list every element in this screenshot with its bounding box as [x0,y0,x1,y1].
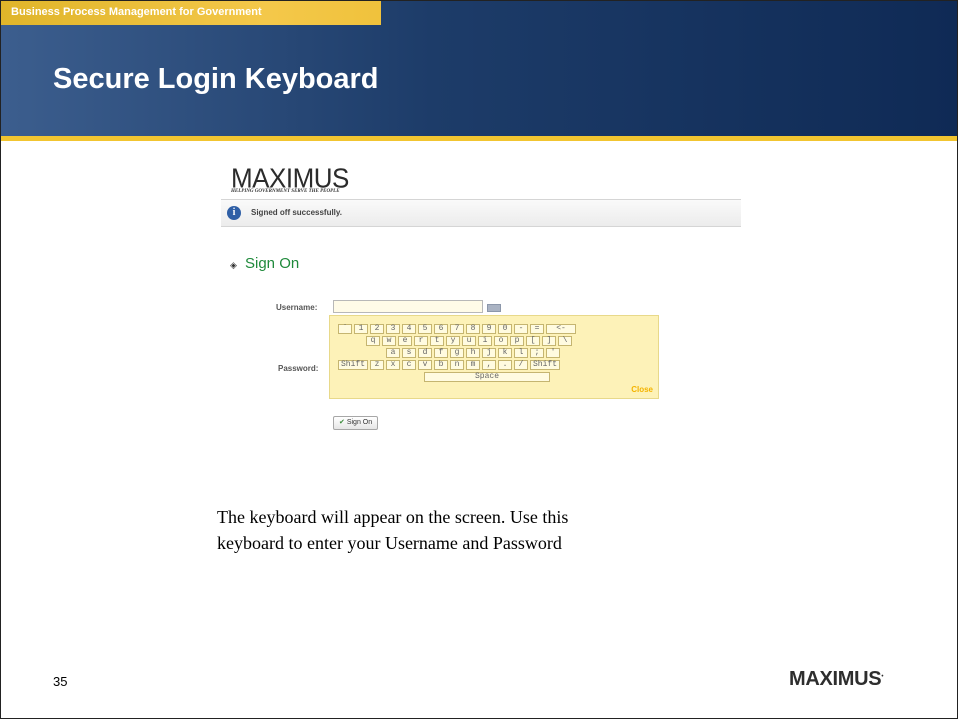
key[interactable]: [ [526,336,540,346]
footer-logo: MAXIMUS• [789,668,884,690]
key[interactable]: 7 [450,324,464,334]
key[interactable]: ` [338,324,352,334]
key[interactable]: 6 [434,324,448,334]
key[interactable]: Shift [338,360,368,370]
key[interactable]: r [414,336,428,346]
key[interactable]: \ [558,336,572,346]
key[interactable]: / [514,360,528,370]
keyboard-row-qwerty: q w e r t y u i o p[] \ [366,336,572,346]
key[interactable]: s [402,348,416,358]
key[interactable]: Shift [530,360,560,370]
key[interactable]: c [402,360,416,370]
key[interactable]: 3 [386,324,400,334]
page-number: 35 [53,674,68,689]
key[interactable]: b [434,360,448,370]
key[interactable]: 5 [418,324,432,334]
sign-on-icon: ✔ [339,419,345,426]
key[interactable]: h [466,348,480,358]
key[interactable]: . [498,360,512,370]
key[interactable]: 4 [402,324,416,334]
keyboard-row-space: Space [424,372,550,382]
slide: Business Process Management for Governme… [0,0,958,719]
key[interactable]: e [398,336,412,346]
key[interactable]: 8 [466,324,480,334]
caption-line-1: The keyboard will appear on the screen. … [217,507,569,527]
keyboard-row-numbers: ` 1 2 3 4 5 6 7 8 9 0- = <- [338,324,576,334]
key[interactable]: k [498,348,512,358]
header-tab-text: Business Process Management for Governme… [11,6,262,18]
header-divider [1,136,957,141]
key[interactable]: a [386,348,400,358]
key[interactable]: <- [546,324,576,334]
bullet-arrow-icon: ◈ [230,260,237,270]
key[interactable]: 9 [482,324,496,334]
key-space[interactable]: Space [424,372,550,382]
keyboard-row-shift: Shift z x c v b n m,. / Shift [338,360,560,370]
slide-title: Secure Login Keyboard [53,63,379,95]
keyboard-row-asdf: a s d f g h j k l; ' [386,348,560,358]
sign-on-button[interactable]: ✔ Sign On [333,416,379,430]
status-message-bar: i Signed off successfully. [221,199,741,227]
virtual-keyboard: ` 1 2 3 4 5 6 7 8 9 0- = <- q w e r t y u i o p[] \ a s d f g h j k l;… [329,315,659,399]
key[interactable]: f [434,348,448,358]
key[interactable]: 2 [370,324,384,334]
keyboard-icon[interactable] [487,304,501,312]
key[interactable]: o [494,336,508,346]
key[interactable]: 1 [354,324,368,334]
section-title: Sign On [245,255,300,272]
caption-line-2: keyboard to enter your Username and Pass… [217,533,562,553]
key[interactable]: d [418,348,432,358]
maximus-logo: MAXIMUS HELPING GOVERNMENT SERVE THE PEO… [231,162,349,194]
key[interactable]: j [482,348,496,358]
key[interactable]: l [514,348,528,358]
key[interactable]: n [450,360,464,370]
slide-caption: The keyboard will appear on the screen. … [217,504,757,556]
username-label: Username: [276,303,318,312]
key[interactable]: , [482,360,496,370]
key[interactable]: p [510,336,524,346]
key[interactable]: = [530,324,544,334]
password-label: Password: [278,364,319,373]
key[interactable]: q [366,336,380,346]
info-icon: i [227,206,241,220]
header-tab: Business Process Management for Governme… [1,1,381,25]
keyboard-close-link[interactable]: Close [631,385,653,394]
key[interactable]: v [418,360,432,370]
username-field[interactable] [333,300,483,313]
key[interactable]: w [382,336,396,346]
key[interactable]: 0 [498,324,512,334]
key[interactable]: u [462,336,476,346]
key[interactable]: z [370,360,384,370]
key[interactable]: t [430,336,444,346]
status-message: Signed off successfully. [251,208,342,217]
login-screenshot: MAXIMUS HELPING GOVERNMENT SERVE THE PEO… [221,161,741,451]
key[interactable]: x [386,360,400,370]
key[interactable]: i [478,336,492,346]
logo-wordmark: MAXIMUS [231,162,349,194]
key[interactable]: ] [542,336,556,346]
key[interactable]: ; [530,348,544,358]
key[interactable]: y [446,336,460,346]
key[interactable]: - [514,324,528,334]
key[interactable]: m [466,360,480,370]
key[interactable]: ' [546,348,560,358]
key[interactable]: g [450,348,464,358]
sign-on-button-label: Sign On [346,419,373,426]
footer-logo-text: MAXIMUS [789,668,882,690]
